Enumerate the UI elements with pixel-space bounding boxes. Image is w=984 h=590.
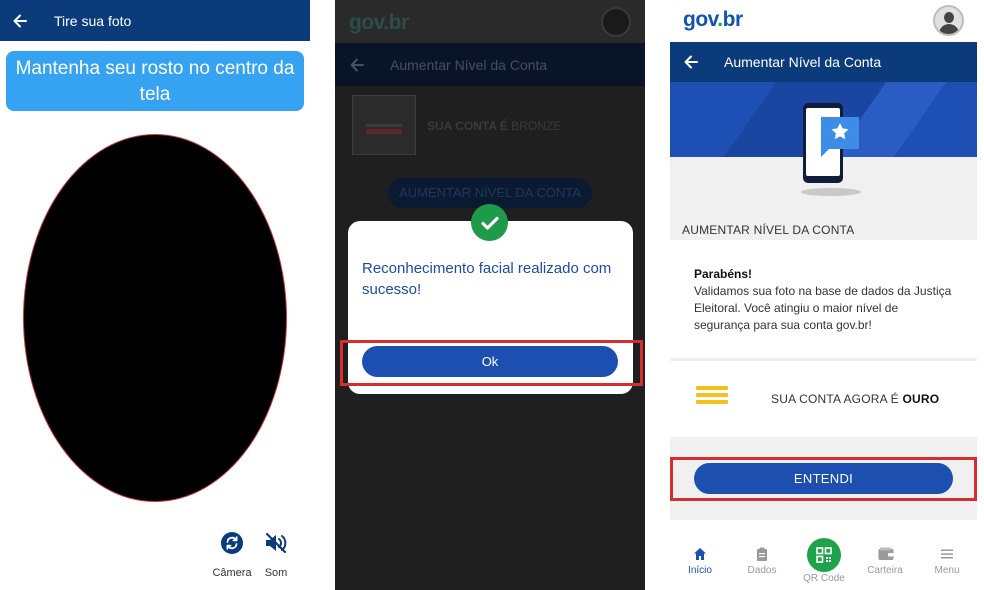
top-bar: gov.br — [335, 0, 645, 43]
phone-star-illustration — [801, 103, 861, 200]
sound-label: Som — [264, 567, 288, 579]
wallet-icon — [878, 547, 894, 561]
page-title: Aumentar Nível da Conta — [390, 56, 548, 73]
app-header: Tire sua foto — [0, 0, 310, 41]
app-header: Aumentar Nível da Conta — [670, 42, 977, 82]
level-up-screen: gov.br Aumentar Nível da Conta AUMENTAR … — [670, 0, 984, 590]
home-icon — [693, 547, 707, 561]
instruction-bubble: Mantenha seu rosto no centro da tela — [6, 51, 304, 111]
nav-dados[interactable]: Dados — [743, 547, 781, 576]
nav-qr-code-label: QR Code — [803, 573, 845, 584]
ok-button[interactable]: Ok — [362, 346, 618, 377]
account-level-value: OURO — [902, 392, 940, 406]
top-bar: gov.br — [670, 0, 984, 42]
account-level-text: SUA CONTA AGORA É OURO — [771, 392, 939, 406]
understood-button[interactable]: ENTENDI — [694, 463, 953, 494]
sound-toggle-button[interactable]: Som — [257, 531, 295, 579]
nav-carteira[interactable]: Carteira — [863, 547, 907, 576]
face-capture-screen: Tire sua foto Mantenha seu rosto no cent… — [0, 0, 310, 590]
app-header: Aumentar Nível da Conta — [335, 43, 645, 86]
camera-label: Câmera — [212, 567, 252, 579]
dialog-message: Reconhecimento facial realizado com suce… — [362, 260, 612, 298]
govbr-logo: gov.br — [349, 11, 409, 34]
section-title: AUMENTAR NÍVEL DA CONTA — [682, 223, 855, 237]
nav-menu[interactable]: Menu — [928, 547, 966, 576]
congrats-title: Parabéns! — [694, 267, 753, 281]
success-dialog-screen: gov.br Aumentar Nível da Conta SUA CONTA… — [335, 0, 645, 590]
qr-code-icon — [816, 547, 832, 563]
avatar[interactable] — [601, 7, 631, 37]
page-title: Aumentar Nível da Conta — [724, 54, 882, 70]
nav-qr-code-button[interactable] — [807, 538, 841, 572]
logo-gov: gov — [683, 8, 718, 31]
hamburger-menu-icon — [940, 547, 954, 561]
clipboard-icon — [755, 547, 769, 561]
back-arrow-icon[interactable] — [684, 55, 698, 69]
avatar[interactable] — [933, 5, 964, 36]
logo-br: br — [722, 8, 744, 31]
congrats-text: Validamos sua foto na base de dados da J… — [694, 284, 952, 332]
account-level-value: BRONZE — [511, 119, 562, 133]
nav-carteira-label: Carteira — [867, 565, 903, 576]
nav-dados-label: Dados — [747, 565, 777, 576]
nav-inicio[interactable]: Início — [682, 547, 718, 576]
account-level-prefix: SUA CONTA É — [427, 119, 508, 133]
nav-menu-label: Menu — [934, 565, 960, 576]
bottom-nav: Início Dados QR Code Carteira Menu — [670, 530, 984, 590]
divider — [670, 358, 977, 361]
camera-face-frame — [24, 135, 286, 501]
camera-switch-icon — [220, 531, 244, 555]
govbr-logo: gov.br — [683, 8, 743, 32]
bronze-badge-icon — [352, 95, 416, 155]
gold-level-icon — [696, 386, 728, 410]
nav-inicio-label: Início — [688, 565, 712, 576]
check-icon — [471, 204, 508, 241]
switch-camera-button[interactable]: Câmera — [210, 531, 254, 579]
account-level-prefix: SUA CONTA AGORA É — [771, 392, 899, 406]
account-level-text: SUA CONTA É BRONZE — [427, 119, 561, 133]
back-arrow-icon[interactable] — [350, 58, 364, 72]
sound-off-icon — [264, 531, 288, 555]
back-arrow-icon[interactable] — [13, 14, 27, 28]
page-title: Tire sua foto — [54, 12, 132, 29]
